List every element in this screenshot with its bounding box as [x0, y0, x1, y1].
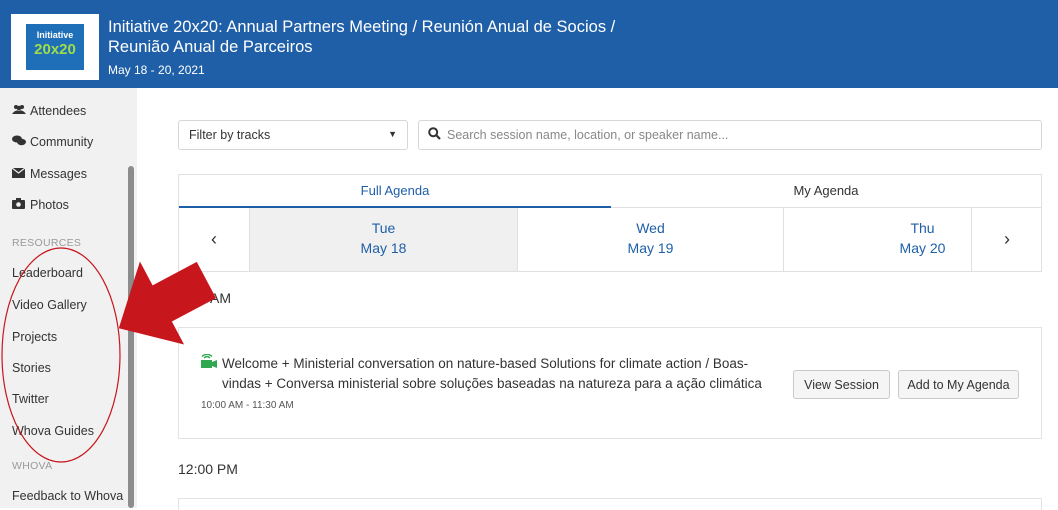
time-label-noon: 12:00 PM — [178, 461, 238, 477]
live-stream-icon — [201, 353, 217, 368]
sidebar-item-leaderboard[interactable]: Leaderboard — [12, 266, 83, 280]
sidebar-item-twitter[interactable]: Twitter — [12, 392, 49, 406]
resources-header: RESOURCES — [12, 237, 82, 249]
logo-text-top: Initiative — [36, 30, 74, 40]
sidebar-item-stories[interactable]: Stories — [12, 361, 51, 375]
session-card[interactable]: Welcome + Ministerial conversation on na… — [178, 327, 1042, 439]
event-logo[interactable]: Initiative 20x20 — [11, 14, 99, 80]
day-thu[interactable]: Thu May 20 — [784, 208, 971, 271]
track-filter-select[interactable]: Filter by tracks ▼ — [178, 120, 408, 150]
session-title[interactable]: Welcome + Ministerial conversation on na… — [222, 354, 792, 394]
event-title: Initiative 20x20: Annual Partners Meetin… — [108, 17, 808, 57]
chevron-left-icon: ‹ — [211, 229, 217, 249]
event-header: Initiative 20x20 Initiative 20x20: Annua… — [0, 0, 1058, 88]
prev-day-button[interactable]: ‹ — [179, 208, 249, 271]
day-weekday: Tue — [371, 220, 396, 236]
sidebar-item-label: Messages — [30, 167, 87, 181]
session-search-input[interactable]: Search session name, location, or speake… — [418, 120, 1042, 150]
whova-header: WHOVA — [12, 460, 53, 472]
search-icon — [428, 127, 441, 143]
day-date: May 20 — [899, 240, 946, 256]
chat-icon — [12, 135, 30, 149]
day-weekday: Thu — [910, 220, 935, 236]
tab-full-agenda[interactable]: Full Agenda — [179, 175, 611, 208]
sidebar-item-label: Community — [30, 135, 94, 149]
day-tue[interactable]: Tue May 18 — [250, 208, 517, 271]
sidebar-item-label: Photos — [30, 198, 69, 212]
search-placeholder: Search session name, location, or speake… — [447, 128, 729, 142]
day-date: May 19 — [627, 240, 674, 256]
time-label-first: AM — [210, 290, 231, 306]
caret-down-icon: ▼ — [388, 129, 397, 139]
sidebar-item-feedback[interactable]: Feedback to Whova — [12, 489, 123, 503]
sidebar-item-messages[interactable]: Messages — [11, 167, 87, 181]
sidebar-item-projects[interactable]: Projects — [12, 330, 57, 344]
session-title-line2: vindas + Conversa ministerial sobre solu… — [222, 376, 762, 391]
logo-text-bottom: 20x20 — [34, 41, 76, 58]
sidebar: Attendees Community Messages Photos RESO… — [0, 88, 137, 508]
users-icon — [12, 104, 30, 118]
next-day-button[interactable]: › — [972, 208, 1042, 271]
sidebar-item-video-gallery[interactable]: Video Gallery — [12, 298, 87, 312]
event-date: May 18 - 20, 2021 — [108, 63, 205, 77]
camera-icon — [12, 198, 30, 212]
chevron-right-icon: › — [1004, 229, 1010, 249]
sidebar-item-label: Attendees — [30, 104, 87, 118]
view-session-button[interactable]: View Session — [793, 370, 890, 399]
day-weekday: Wed — [636, 220, 665, 236]
session-time: 10:00 AM - 11:30 AM — [201, 400, 294, 411]
envelope-icon — [11, 167, 30, 181]
agenda-tabs: Full Agenda My Agenda — [178, 174, 1042, 208]
sidebar-item-community[interactable]: Community — [12, 135, 93, 149]
day-date: May 18 — [360, 240, 407, 256]
session-title-line1: Welcome + Ministerial conversation on na… — [222, 356, 749, 371]
sidebar-item-photos[interactable]: Photos — [12, 198, 69, 212]
session-card-next[interactable] — [178, 498, 1042, 510]
sidebar-item-whova-guides[interactable]: Whova Guides — [12, 424, 94, 438]
track-filter-label: Filter by tracks — [189, 128, 271, 142]
sidebar-item-attendees[interactable]: Attendees — [12, 104, 86, 118]
tab-my-agenda[interactable]: My Agenda — [611, 175, 1041, 208]
event-title-line2: Reunião Anual de Parceiros — [108, 38, 313, 56]
event-title-line1: Initiative 20x20: Annual Partners Meetin… — [108, 18, 616, 36]
day-selector: ‹ Tue May 18 Wed May 19 Thu May 20 › — [178, 208, 1042, 272]
day-wed[interactable]: Wed May 19 — [518, 208, 783, 271]
sidebar-scrollbar[interactable] — [128, 166, 134, 508]
add-to-my-agenda-button[interactable]: Add to My Agenda — [898, 370, 1019, 399]
